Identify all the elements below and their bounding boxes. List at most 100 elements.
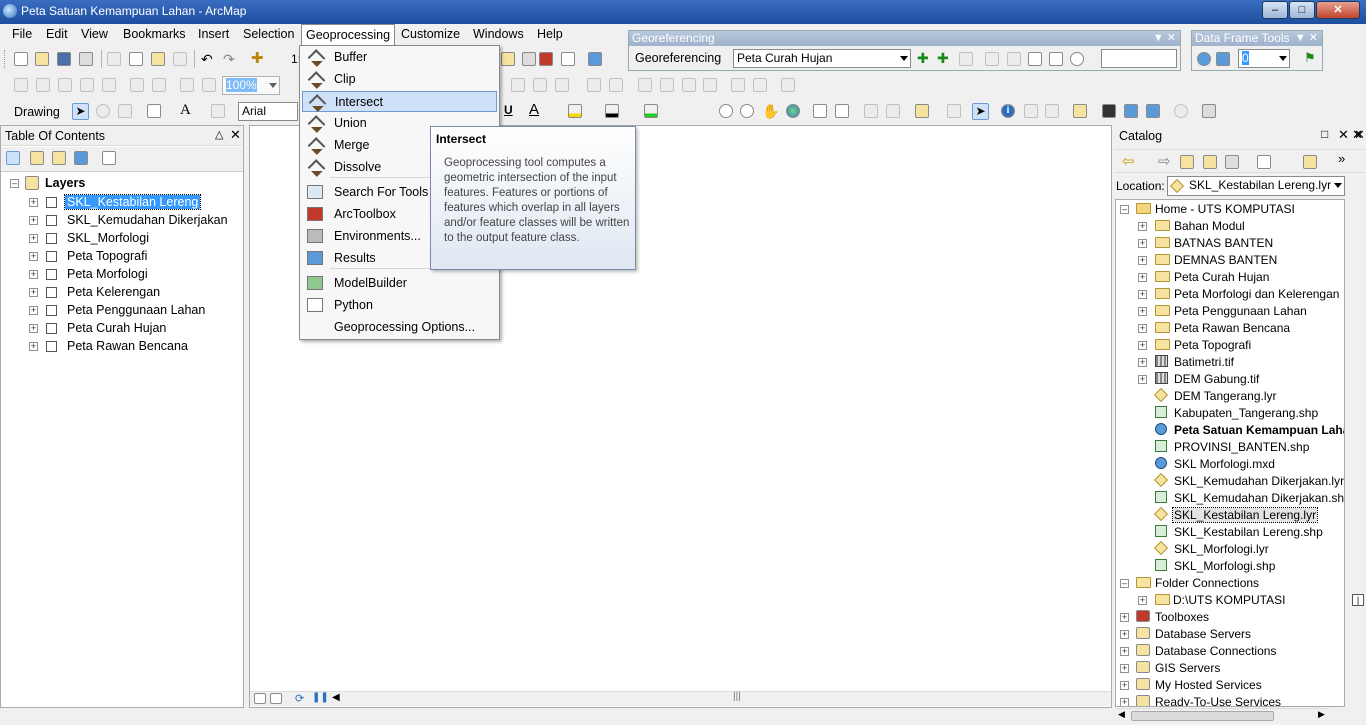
edit-text-icon[interactable] bbox=[211, 104, 225, 118]
catalog-expand-toggle[interactable]: + bbox=[1138, 324, 1147, 333]
connect-folder-icon[interactable] bbox=[1225, 155, 1239, 169]
catalog-item[interactable]: + Batimetri.tif bbox=[1116, 353, 1344, 370]
catalog-expand-toggle[interactable]: + bbox=[1138, 307, 1147, 316]
layer-label[interactable]: SKL_Kestabilan Lereng bbox=[63, 194, 202, 210]
catalog-expand-toggle[interactable]: + bbox=[1138, 256, 1147, 265]
toc-layer-row[interactable]: + Peta Penggunaan Lahan bbox=[1, 302, 241, 320]
catalog-root-item[interactable]: + My Hosted Services bbox=[1116, 676, 1344, 693]
menu-view[interactable]: View bbox=[81, 27, 108, 41]
toc-layer-row[interactable]: + Peta Topografi bbox=[1, 248, 241, 266]
catalog-root-label[interactable]: GIS Servers bbox=[1155, 661, 1220, 675]
fixed-zoom-out-icon[interactable] bbox=[152, 78, 166, 92]
clear-selection-icon[interactable] bbox=[947, 104, 961, 118]
gp-menu-item-intersect[interactable]: Intersect bbox=[302, 91, 497, 112]
copy-icon[interactable] bbox=[129, 52, 143, 66]
catalog-root-item[interactable]: + Ready-To-Use Services bbox=[1116, 693, 1344, 706]
layer-expand-toggle[interactable]: + bbox=[29, 198, 38, 207]
catalog-item[interactable]: SKL Morfologi.mxd bbox=[1116, 455, 1344, 472]
catalog-item-label[interactable]: Peta Topografi bbox=[1173, 338, 1252, 352]
fixed-zoom-out-map-icon[interactable] bbox=[835, 104, 849, 118]
catalog-root-label[interactable]: Toolboxes bbox=[1155, 610, 1209, 624]
catalog-item[interactable]: + Peta Penggunaan Lahan bbox=[1116, 302, 1344, 319]
catalog-item-label[interactable]: Peta Curah Hujan bbox=[1173, 270, 1270, 284]
editor-options-icon[interactable] bbox=[781, 78, 795, 92]
catalog-item[interactable]: Peta Satuan Kemampuan Lahan.mxd bbox=[1116, 421, 1344, 438]
redo-icon[interactable]: ↷ bbox=[223, 52, 237, 66]
layer-visibility-checkbox[interactable] bbox=[46, 323, 57, 334]
layer-label[interactable]: Peta Rawan Bencana bbox=[65, 339, 190, 353]
data-frame-tools-close-icon[interactable]: ▼ ✕ bbox=[1295, 31, 1318, 44]
catalog-item-label[interactable]: Peta Penggunaan Lahan bbox=[1173, 304, 1308, 318]
catalog-item[interactable]: + Bahan Modul bbox=[1116, 217, 1344, 234]
location-combo[interactable]: SKL_Kestabilan Lereng.lyr bbox=[1167, 176, 1345, 196]
add-data-icon[interactable]: ✚ bbox=[251, 51, 265, 66]
toc-layer-row[interactable]: + Peta Curah Hujan bbox=[1, 320, 241, 338]
layer-label[interactable]: SKL_Morfologi bbox=[65, 231, 151, 245]
catalog-item[interactable]: DEM Tangerang.lyr bbox=[1116, 387, 1344, 404]
toc-close-icon[interactable]: ✕ bbox=[230, 127, 241, 143]
folder-connection-child[interactable]: + D:\UTS KOMPUTASI bbox=[1116, 591, 1344, 608]
layer-expand-toggle[interactable]: + bbox=[29, 252, 38, 261]
gp-menu-item-clip[interactable]: Clip bbox=[302, 69, 497, 90]
catalog-item-label[interactable]: Peta Satuan Kemampuan Lahan.mxd bbox=[1173, 423, 1344, 437]
catalog-item[interactable]: SKL_Kemudahan Dikerjakan.lyr bbox=[1116, 472, 1344, 489]
text-tool-icon[interactable]: A bbox=[180, 102, 191, 119]
home-folder-icon[interactable] bbox=[1203, 155, 1217, 169]
georeferencing-menu[interactable]: Georeferencing bbox=[635, 51, 721, 65]
folder-connections-label[interactable]: Folder Connections bbox=[1155, 576, 1259, 590]
layout-view-icon[interactable] bbox=[270, 693, 282, 704]
sketch-properties-icon[interactable] bbox=[660, 78, 674, 92]
catalog-root-item[interactable]: + GIS Servers bbox=[1116, 659, 1344, 676]
zoom-in-icon[interactable] bbox=[719, 104, 733, 118]
toc-layer-row[interactable]: + Peta Rawan Bencana bbox=[1, 338, 241, 356]
create-viewer-icon[interactable] bbox=[1202, 104, 1216, 118]
catalog-item[interactable]: + Peta Rawan Bencana bbox=[1116, 319, 1344, 336]
full-extent-icon[interactable] bbox=[786, 104, 800, 118]
catalog-item-label[interactable]: SKL_Morfologi.shp bbox=[1173, 559, 1276, 573]
catalog-item[interactable]: SKL_Morfologi.shp bbox=[1116, 557, 1344, 574]
layer-label[interactable]: Peta Topografi bbox=[65, 249, 149, 263]
menu-bookmarks[interactable]: Bookmarks bbox=[123, 27, 186, 41]
toc-layer-row[interactable]: + SKL_Kemudahan Dikerjakan bbox=[1, 212, 241, 230]
list-by-selection-icon[interactable] bbox=[74, 151, 88, 165]
gp-menu-item-modelbuilder[interactable]: ModelBuilder bbox=[302, 273, 497, 294]
catalog-item-label[interactable]: Kabupaten_Tangerang.shp bbox=[1173, 406, 1319, 420]
layer-visibility-checkbox[interactable] bbox=[46, 251, 57, 262]
catalog-item[interactable]: + DEMNAS BANTEN bbox=[1116, 251, 1344, 268]
catalog-item-label[interactable]: Batimetri.tif bbox=[1173, 355, 1235, 369]
layer-expand-toggle[interactable]: + bbox=[29, 324, 38, 333]
catalog-item[interactable]: SKL_Morfologi.lyr bbox=[1116, 540, 1344, 557]
catalog-item[interactable]: SKL_Kestabilan Lereng.shp bbox=[1116, 523, 1344, 540]
catalog-expand-toggle[interactable]: + bbox=[1138, 273, 1147, 282]
zoom-whole-page-icon[interactable] bbox=[80, 78, 94, 92]
catalog-item-label[interactable]: SKL_Morfologi.lyr bbox=[1173, 542, 1270, 556]
table-of-contents-icon[interactable] bbox=[522, 52, 536, 66]
catalog-maximize-icon[interactable]: □ bbox=[1321, 127, 1328, 141]
layer-visibility-checkbox[interactable] bbox=[46, 197, 57, 208]
layer-visibility-checkbox[interactable] bbox=[46, 287, 57, 298]
catalog-root-label[interactable]: Database Connections bbox=[1155, 644, 1276, 658]
go-forward-icon[interactable] bbox=[886, 104, 900, 118]
print-icon[interactable] bbox=[79, 52, 93, 66]
catalog-item-label[interactable]: DEM Gabung.tif bbox=[1173, 372, 1260, 386]
rotation-combo[interactable]: 0 bbox=[1238, 49, 1290, 68]
catalog-expand-toggle[interactable]: + bbox=[1138, 222, 1147, 231]
catalog-expand-toggle[interactable]: + bbox=[1138, 290, 1147, 299]
split-icon[interactable] bbox=[587, 78, 601, 92]
gp-menu-item-python[interactable]: Python bbox=[302, 295, 497, 316]
layer-label[interactable]: Peta Penggunaan Lahan bbox=[65, 303, 207, 317]
catalog-expand-toggle[interactable]: + bbox=[1138, 375, 1147, 384]
catalog-hscroll-thumb[interactable] bbox=[1131, 711, 1274, 721]
cut-polygons-icon[interactable] bbox=[555, 78, 569, 92]
catalog-item-label[interactable]: DEM Tangerang.lyr bbox=[1173, 389, 1278, 403]
menu-insert[interactable]: Insert bbox=[198, 27, 229, 41]
georeferencing-close-icon[interactable]: ▼ ✕ bbox=[1153, 31, 1176, 44]
scroll-thumb[interactable]: ||| bbox=[733, 691, 741, 702]
folder-connections-toggle[interactable]: – bbox=[1120, 579, 1129, 588]
table-icon[interactable] bbox=[731, 78, 745, 92]
home-label[interactable]: Home - UTS KOMPUTASI bbox=[1155, 202, 1295, 216]
catalog-views-icon[interactable] bbox=[1257, 155, 1271, 169]
undo-edit-icon[interactable] bbox=[703, 78, 717, 92]
layers-root-label[interactable]: Layers bbox=[45, 176, 85, 190]
layer-expand-toggle[interactable]: + bbox=[29, 270, 38, 279]
